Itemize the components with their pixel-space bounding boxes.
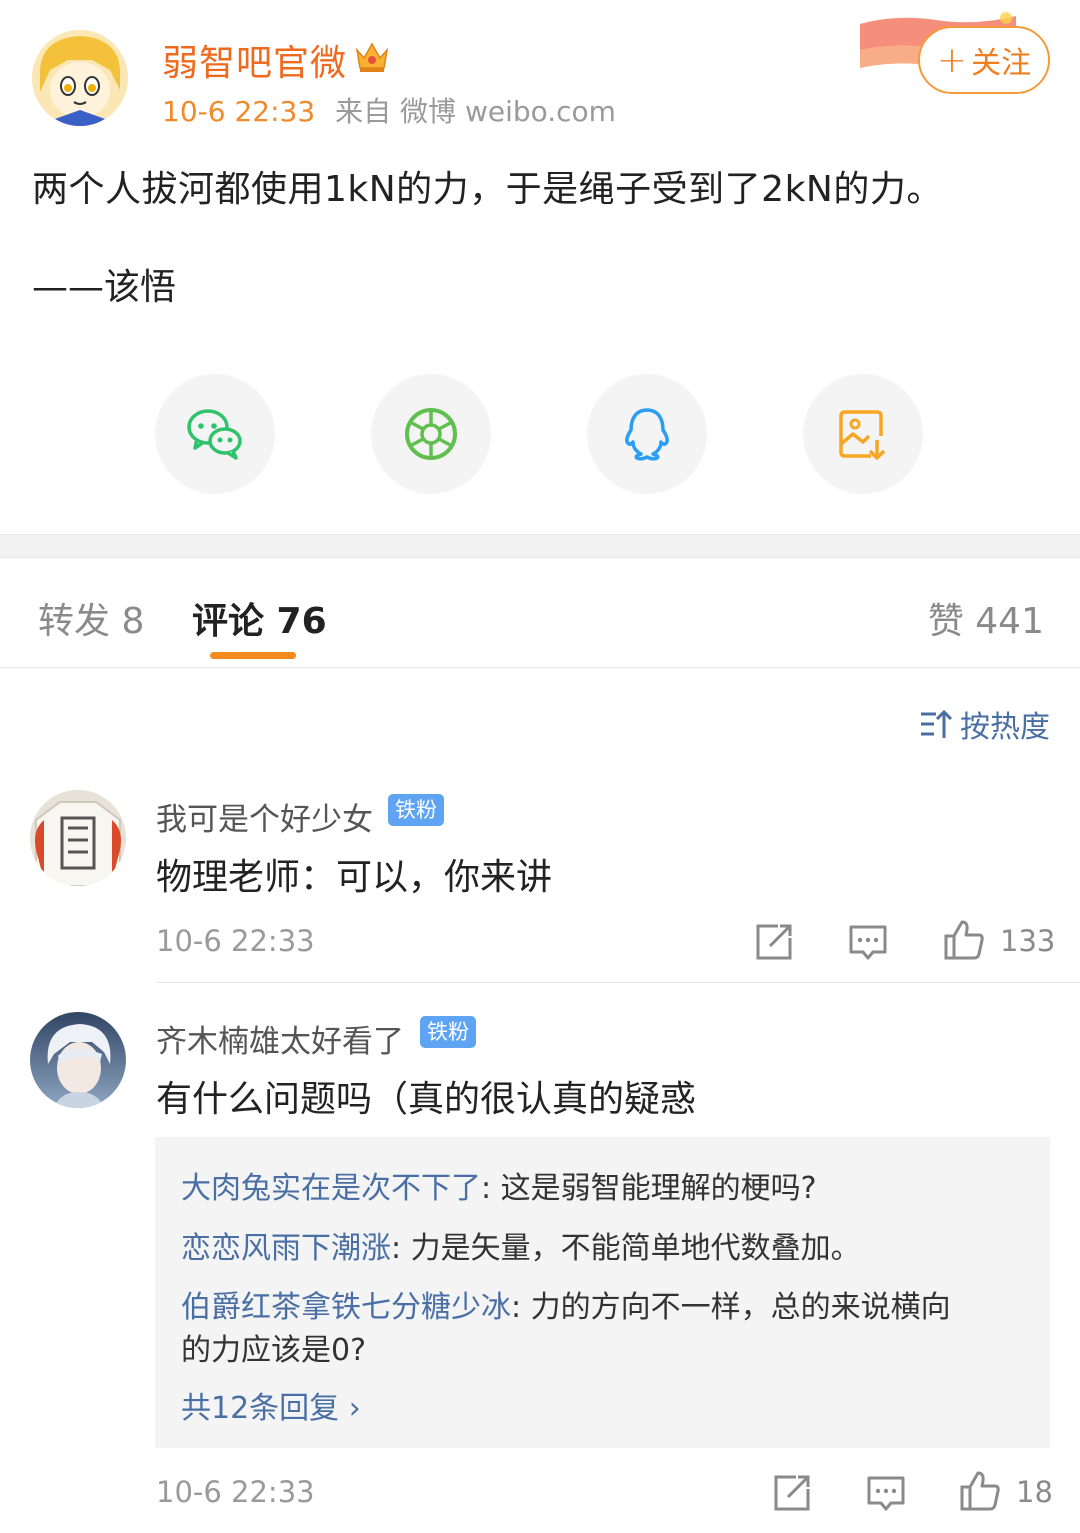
commenter-name[interactable]: 齐木楠雄太好看了 <box>156 1016 404 1061</box>
fan-badge: 铁粉 <box>420 1016 476 1048</box>
share-wechat-button[interactable] <box>155 374 275 494</box>
wechat-icon <box>187 409 242 460</box>
reply-item[interactable]: 大肉兔实在是次不下了: 这是弱智能理解的梗吗? <box>181 1163 817 1207</box>
post-source: 来自 微博 weibo.com <box>335 95 616 128</box>
section-divider <box>0 534 1080 558</box>
post-meta: 10-6 22:33 来自 微博 weibo.com <box>162 90 616 130</box>
comment-icon[interactable] <box>846 920 890 964</box>
sort-label: 按热度 <box>960 710 1050 745</box>
commenter-avatar[interactable] <box>30 1012 126 1108</box>
repost-icon[interactable] <box>770 1471 814 1515</box>
post-signature: ——该悟 <box>32 267 177 308</box>
tab-repost[interactable]: 转发 8 <box>38 592 144 644</box>
follow-button[interactable]: + 关注 <box>918 26 1050 94</box>
reply-user[interactable]: 大肉兔实在是次不下了 <box>181 1171 481 1206</box>
like-icon[interactable] <box>958 1469 1002 1513</box>
comment-text: 有什么问题吗（真的很认真的疑惑 <box>156 1079 697 1120</box>
plus-icon: + <box>936 39 968 81</box>
comment-time: 10-6 22:33 <box>156 924 315 958</box>
repost-icon[interactable] <box>752 920 796 964</box>
author-name[interactable]: 弱智吧官微 <box>162 34 347 86</box>
reply-text: : 力是矢量，不能简单地代数叠加。 <box>391 1231 861 1266</box>
reply-preview-box[interactable]: 大肉兔实在是次不下了: 这是弱智能理解的梗吗? 恋恋风雨下潮涨: 力是矢量，不能… <box>155 1137 1050 1448</box>
post-text: 两个人拔河都使用1kN的力，于是绳子受到了2kN的力。 <box>32 169 943 210</box>
follow-label: 关注 <box>971 46 1032 81</box>
more-replies-link[interactable]: 共12条回复 › <box>181 1383 361 1427</box>
tab-bar: 转发 8 评论 76 赞 441 <box>0 558 1080 668</box>
reply-text-continued: 的力应该是0? <box>181 1333 367 1368</box>
crown-icon <box>355 42 389 72</box>
reply-item[interactable]: 伯爵红茶拿铁七分糖少冰: 力的方向不一样，总的来说横向 <box>181 1282 951 1326</box>
like-count: 18 <box>1016 1475 1053 1509</box>
tab-like[interactable]: 赞 441 <box>928 592 1044 644</box>
like-icon[interactable] <box>942 918 986 962</box>
share-moments-button[interactable] <box>371 374 491 494</box>
tab-active-indicator <box>210 652 296 659</box>
reply-text: : 这是弱智能理解的梗吗? <box>481 1171 817 1206</box>
reply-user[interactable]: 恋恋风雨下潮涨 <box>181 1231 391 1266</box>
moments-icon <box>405 408 457 460</box>
comment-text: 物理老师：可以，你来讲 <box>156 857 553 898</box>
comment-divider <box>156 982 1080 983</box>
reply-item[interactable]: 恋恋风雨下潮涨: 力是矢量，不能简单地代数叠加。 <box>181 1223 861 1267</box>
comment-icon[interactable] <box>864 1471 908 1515</box>
post-header: 弱智吧官微 10-6 22:33 来自 微博 weibo.com + 关注 <box>0 0 1080 140</box>
sort-icon <box>921 709 953 738</box>
save-image-icon <box>839 410 886 460</box>
commenter-avatar[interactable] <box>30 790 126 886</box>
author-avatar[interactable] <box>32 30 128 126</box>
qq-icon <box>625 408 669 461</box>
tab-comment[interactable]: 评论 76 <box>192 592 327 644</box>
fan-badge: 铁粉 <box>388 794 444 826</box>
share-qq-button[interactable] <box>587 374 707 494</box>
post-time: 10-6 22:33 <box>162 95 316 128</box>
commenter-name[interactable]: 我可是个好少女 <box>156 794 373 839</box>
save-image-button[interactable] <box>803 374 923 494</box>
reply-user[interactable]: 伯爵红茶拿铁七分糖少冰 <box>181 1290 511 1325</box>
reply-text: : 力的方向不一样，总的来说横向 <box>511 1290 951 1325</box>
like-count: 133 <box>1000 924 1056 958</box>
sort-button[interactable]: 按热度 <box>918 702 1050 746</box>
comment-time: 10-6 22:33 <box>156 1475 315 1509</box>
